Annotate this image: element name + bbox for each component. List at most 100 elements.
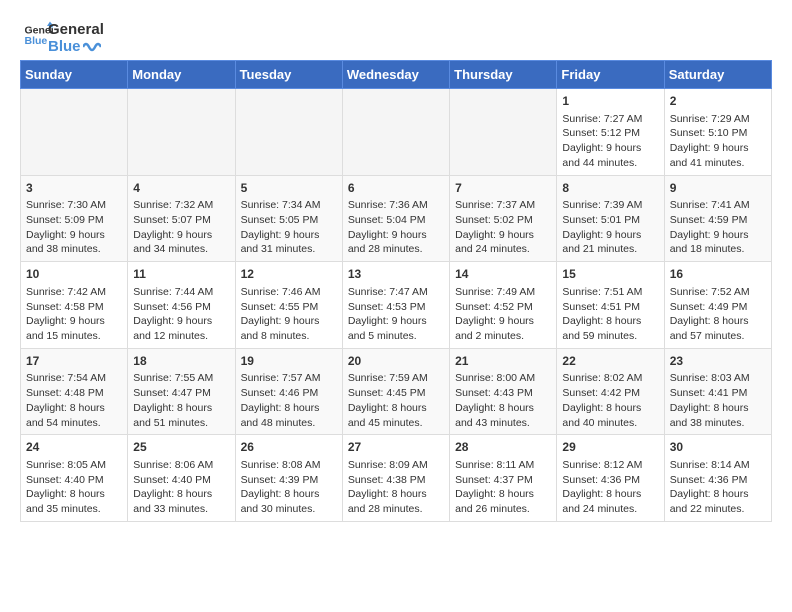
day-info: Sunset: 4:59 PM [670, 213, 766, 228]
day-info: Daylight: 9 hours and 31 minutes. [241, 228, 337, 257]
day-info: Sunrise: 7:32 AM [133, 198, 229, 213]
day-info: Sunrise: 7:57 AM [241, 371, 337, 386]
day-info: Sunset: 5:10 PM [670, 126, 766, 141]
calendar-cell: 16Sunrise: 7:52 AMSunset: 4:49 PMDayligh… [664, 262, 771, 349]
page-header: General Blue General Blue [10, 10, 782, 60]
day-info: Sunset: 4:49 PM [670, 300, 766, 315]
day-info: Daylight: 9 hours and 15 minutes. [26, 314, 122, 343]
day-info: Sunrise: 7:27 AM [562, 112, 658, 127]
day-number: 9 [670, 180, 766, 197]
day-info: Sunrise: 8:02 AM [562, 371, 658, 386]
logo: General Blue General Blue [20, 20, 104, 55]
calendar-cell: 5Sunrise: 7:34 AMSunset: 5:05 PMDaylight… [235, 175, 342, 262]
calendar-cell: 13Sunrise: 7:47 AMSunset: 4:53 PMDayligh… [342, 262, 449, 349]
calendar-cell: 10Sunrise: 7:42 AMSunset: 4:58 PMDayligh… [21, 262, 128, 349]
day-info: Sunrise: 7:42 AM [26, 285, 122, 300]
logo-general: General [48, 22, 104, 39]
day-info: Sunset: 5:02 PM [455, 213, 551, 228]
day-info: Sunrise: 7:44 AM [133, 285, 229, 300]
day-info: Daylight: 8 hours and 43 minutes. [455, 401, 551, 430]
calendar-cell: 22Sunrise: 8:02 AMSunset: 4:42 PMDayligh… [557, 348, 664, 435]
day-info: Sunset: 4:47 PM [133, 386, 229, 401]
day-info: Sunrise: 7:49 AM [455, 285, 551, 300]
calendar-cell: 11Sunrise: 7:44 AMSunset: 4:56 PMDayligh… [128, 262, 235, 349]
calendar-table: SundayMondayTuesdayWednesdayThursdayFrid… [20, 60, 772, 522]
week-row-2: 3Sunrise: 7:30 AMSunset: 5:09 PMDaylight… [21, 175, 772, 262]
calendar-cell: 17Sunrise: 7:54 AMSunset: 4:48 PMDayligh… [21, 348, 128, 435]
calendar-cell: 21Sunrise: 8:00 AMSunset: 4:43 PMDayligh… [450, 348, 557, 435]
day-info: Daylight: 9 hours and 8 minutes. [241, 314, 337, 343]
day-info: Daylight: 8 hours and 28 minutes. [348, 487, 444, 516]
weekday-header-saturday: Saturday [664, 61, 771, 89]
day-info: Daylight: 8 hours and 38 minutes. [670, 401, 766, 430]
logo-blue: Blue [48, 39, 104, 56]
svg-text:Blue: Blue [25, 35, 48, 47]
calendar-cell: 3Sunrise: 7:30 AMSunset: 5:09 PMDaylight… [21, 175, 128, 262]
day-info: Daylight: 8 hours and 45 minutes. [348, 401, 444, 430]
calendar-cell: 4Sunrise: 7:32 AMSunset: 5:07 PMDaylight… [128, 175, 235, 262]
day-info: Daylight: 8 hours and 24 minutes. [562, 487, 658, 516]
calendar-cell: 25Sunrise: 8:06 AMSunset: 4:40 PMDayligh… [128, 435, 235, 522]
day-number: 22 [562, 353, 658, 370]
calendar-cell: 7Sunrise: 7:37 AMSunset: 5:02 PMDaylight… [450, 175, 557, 262]
day-info: Sunrise: 8:03 AM [670, 371, 766, 386]
day-info: Sunrise: 7:30 AM [26, 198, 122, 213]
calendar-cell [21, 89, 128, 176]
calendar-cell: 8Sunrise: 7:39 AMSunset: 5:01 PMDaylight… [557, 175, 664, 262]
week-row-4: 17Sunrise: 7:54 AMSunset: 4:48 PMDayligh… [21, 348, 772, 435]
day-info: Sunrise: 8:11 AM [455, 458, 551, 473]
day-info: Daylight: 8 hours and 59 minutes. [562, 314, 658, 343]
day-info: Daylight: 8 hours and 33 minutes. [133, 487, 229, 516]
calendar-cell: 28Sunrise: 8:11 AMSunset: 4:37 PMDayligh… [450, 435, 557, 522]
day-info: Sunset: 5:09 PM [26, 213, 122, 228]
weekday-header-row: SundayMondayTuesdayWednesdayThursdayFrid… [21, 61, 772, 89]
day-number: 3 [26, 180, 122, 197]
day-info: Daylight: 9 hours and 24 minutes. [455, 228, 551, 257]
calendar-cell: 26Sunrise: 8:08 AMSunset: 4:39 PMDayligh… [235, 435, 342, 522]
day-info: Sunset: 4:37 PM [455, 473, 551, 488]
week-row-1: 1Sunrise: 7:27 AMSunset: 5:12 PMDaylight… [21, 89, 772, 176]
day-number: 1 [562, 93, 658, 110]
day-number: 26 [241, 439, 337, 456]
day-number: 20 [348, 353, 444, 370]
day-info: Daylight: 9 hours and 28 minutes. [348, 228, 444, 257]
day-info: Sunset: 4:53 PM [348, 300, 444, 315]
day-info: Daylight: 9 hours and 2 minutes. [455, 314, 551, 343]
day-number: 14 [455, 266, 551, 283]
day-info: Sunrise: 7:54 AM [26, 371, 122, 386]
day-info: Sunset: 4:36 PM [562, 473, 658, 488]
day-info: Daylight: 9 hours and 18 minutes. [670, 228, 766, 257]
day-info: Sunrise: 8:12 AM [562, 458, 658, 473]
day-number: 24 [26, 439, 122, 456]
day-info: Sunset: 4:42 PM [562, 386, 658, 401]
calendar-cell: 19Sunrise: 7:57 AMSunset: 4:46 PMDayligh… [235, 348, 342, 435]
day-info: Sunset: 4:45 PM [348, 386, 444, 401]
calendar-cell: 6Sunrise: 7:36 AMSunset: 5:04 PMDaylight… [342, 175, 449, 262]
day-info: Sunrise: 8:00 AM [455, 371, 551, 386]
day-info: Daylight: 9 hours and 34 minutes. [133, 228, 229, 257]
day-info: Sunrise: 7:37 AM [455, 198, 551, 213]
day-number: 2 [670, 93, 766, 110]
day-number: 5 [241, 180, 337, 197]
day-number: 8 [562, 180, 658, 197]
day-number: 30 [670, 439, 766, 456]
day-info: Daylight: 9 hours and 38 minutes. [26, 228, 122, 257]
weekday-header-friday: Friday [557, 61, 664, 89]
day-info: Sunrise: 7:36 AM [348, 198, 444, 213]
calendar-cell [450, 89, 557, 176]
logo-wave-icon [83, 41, 101, 53]
day-info: Daylight: 9 hours and 12 minutes. [133, 314, 229, 343]
weekday-header-wednesday: Wednesday [342, 61, 449, 89]
day-number: 7 [455, 180, 551, 197]
day-info: Sunrise: 8:14 AM [670, 458, 766, 473]
day-number: 18 [133, 353, 229, 370]
day-info: Sunrise: 7:39 AM [562, 198, 658, 213]
day-info: Sunrise: 7:55 AM [133, 371, 229, 386]
day-info: Sunrise: 7:29 AM [670, 112, 766, 127]
day-info: Daylight: 9 hours and 5 minutes. [348, 314, 444, 343]
day-number: 15 [562, 266, 658, 283]
day-number: 11 [133, 266, 229, 283]
calendar-cell: 2Sunrise: 7:29 AMSunset: 5:10 PMDaylight… [664, 89, 771, 176]
day-info: Sunrise: 7:34 AM [241, 198, 337, 213]
day-number: 13 [348, 266, 444, 283]
